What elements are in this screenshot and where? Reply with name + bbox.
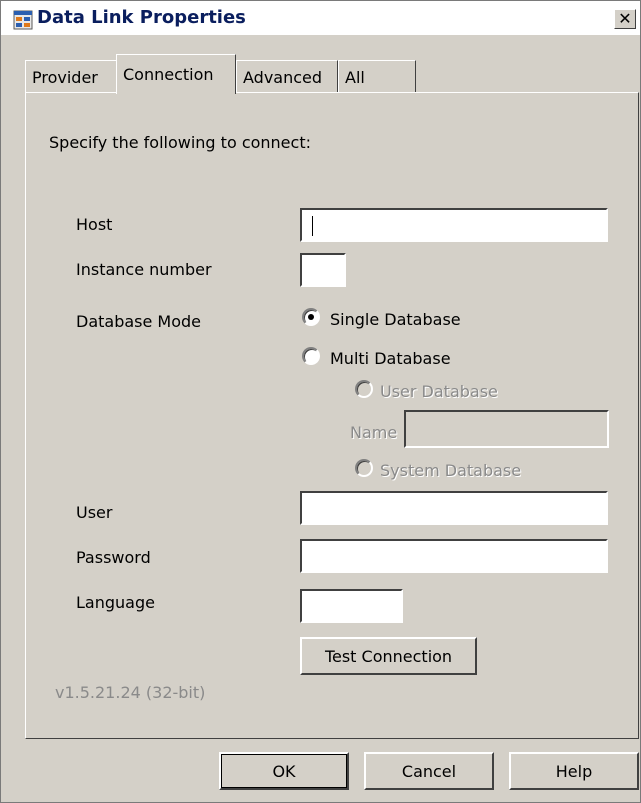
user-database-label: User Database (380, 382, 498, 401)
ok-button[interactable]: OK (219, 752, 349, 790)
instance-number-label: Instance number (76, 260, 212, 279)
instance-number-input[interactable] (300, 253, 346, 287)
name-label: Name (350, 423, 398, 442)
language-label: Language (76, 593, 155, 612)
multi-database-radio[interactable] (302, 347, 320, 365)
help-label: Help (555, 761, 593, 781)
tab-all-label: All (345, 67, 365, 87)
cancel-button[interactable]: Cancel (364, 752, 494, 790)
tab-provider-label: Provider (32, 67, 98, 87)
title-bar: Data Link Properties ✕ (1, 1, 640, 35)
tab-connection[interactable]: Connection (116, 54, 236, 94)
single-database-radio[interactable] (302, 308, 320, 326)
system-database-label: System Database (380, 461, 522, 480)
name-input[interactable] (404, 410, 609, 448)
tab-advanced-label: Advanced (243, 67, 323, 87)
ok-label: OK (272, 761, 296, 781)
data-link-properties-dialog: Data Link Properties ✕ Provider Connecti… (0, 0, 641, 803)
tab-advanced[interactable]: Advanced (236, 60, 338, 93)
version-text: v1.5.21.24 (32-bit) (55, 683, 206, 702)
host-input[interactable] (300, 208, 608, 242)
connection-panel: Specify the following to connect: Host I… (25, 92, 639, 739)
password-input[interactable] (300, 539, 608, 573)
user-database-radio[interactable] (355, 380, 373, 398)
instruction-text: Specify the following to connect: (49, 133, 311, 152)
test-connection-label: Test Connection (324, 646, 453, 666)
multi-database-label[interactable]: Multi Database (330, 349, 451, 368)
close-button[interactable]: ✕ (614, 9, 636, 29)
window-title: Data Link Properties (37, 7, 246, 28)
host-label: Host (76, 215, 113, 234)
user-label: User (76, 503, 113, 522)
radio-selected-dot (308, 314, 314, 320)
tab-all[interactable]: All (338, 60, 416, 93)
text-caret (312, 216, 313, 236)
tab-connection-label: Connection (123, 65, 214, 84)
language-input[interactable] (300, 589, 403, 623)
single-database-label[interactable]: Single Database (330, 310, 461, 329)
data-link-icon (13, 10, 33, 30)
test-connection-button[interactable]: Test Connection (300, 637, 477, 675)
cancel-label: Cancel (401, 761, 457, 781)
database-mode-label: Database Mode (76, 312, 202, 331)
help-button[interactable]: Help (509, 752, 639, 790)
password-label: Password (76, 548, 151, 567)
user-input[interactable] (300, 491, 608, 525)
system-database-radio[interactable] (355, 459, 373, 477)
tab-provider[interactable]: Provider (25, 60, 117, 93)
close-icon: ✕ (618, 9, 632, 28)
